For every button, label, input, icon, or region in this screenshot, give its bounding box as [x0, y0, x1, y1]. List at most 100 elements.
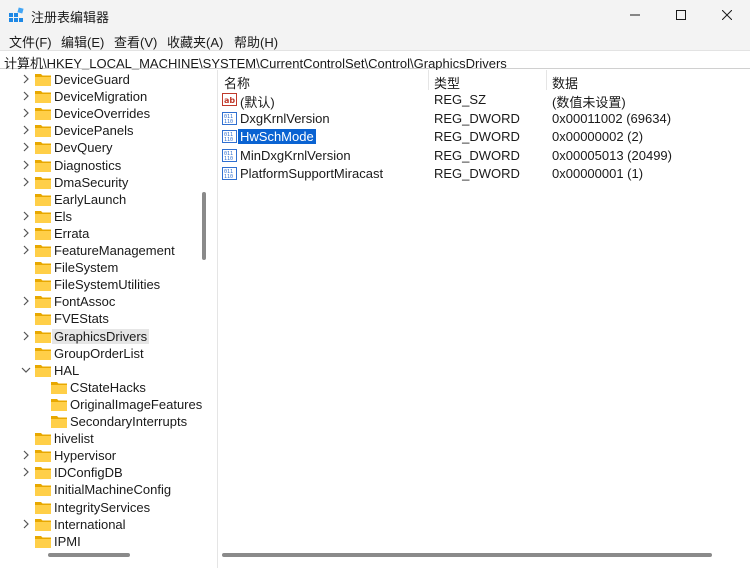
tree-item-label: SecondaryInterrupts — [70, 414, 188, 429]
tree-item[interactable]: Els — [0, 208, 212, 225]
folder-icon — [35, 364, 51, 377]
value-row[interactable]: 011 110 MinDxgKrnlVersion REG_DWORD 0x000050… — [218, 147, 750, 165]
value-type: REG_DWORD — [434, 129, 520, 144]
tree-item[interactable]: OriginalImageFeatures — [0, 396, 212, 413]
value-data: 0x00011002 (69634) — [552, 110, 672, 126]
minimize-icon — [630, 14, 640, 16]
maximize-button[interactable] — [658, 0, 704, 30]
folder-icon — [35, 433, 51, 446]
window-title: 注册表编辑器 — [31, 10, 110, 25]
tree-item[interactable]: hivelist — [0, 430, 212, 447]
binary-value-icon: 011110 — [222, 130, 237, 143]
folder-icon — [51, 398, 67, 411]
title-bar: 注册表编辑器 — [0, 0, 750, 30]
chevron-right-icon[interactable] — [21, 177, 31, 187]
key-tree[interactable]: DeviceGuard DeviceMigration DeviceOverride… — [0, 70, 212, 568]
value-data: 0x00000001 (1) — [552, 166, 644, 181]
tree-item[interactable]: HAL — [0, 362, 212, 379]
tree-item[interactable]: FileSystem — [0, 259, 212, 276]
tree-item[interactable]: FVEStats — [0, 310, 212, 327]
chevron-right-icon[interactable] — [21, 74, 31, 84]
value-row[interactable]: 011 110 PlatformSupportMiracast REG_DWORD 0x… — [218, 165, 750, 183]
tree-item[interactable]: IDConfigDB — [0, 464, 212, 481]
value-name: PlatformSupportMiracast — [240, 166, 384, 181]
tree-horizontal-scrollbar[interactable] — [48, 553, 130, 557]
tree-item[interactable]: Diagnostics — [0, 157, 212, 174]
chevron-right-icon[interactable] — [21, 245, 31, 255]
tree-item[interactable]: Errata — [0, 225, 212, 242]
value-type: REG_DWORD — [434, 147, 520, 163]
chevron-right-icon[interactable] — [21, 296, 31, 306]
value-name: HwSchMode — [238, 129, 316, 144]
tree-item[interactable]: DeviceMigration — [0, 88, 212, 105]
tree-item[interactable]: CStateHacks — [0, 379, 212, 396]
chevron-right-icon[interactable] — [21, 91, 31, 101]
tree-item[interactable]: DeviceOverrides — [0, 105, 212, 122]
tree-item[interactable]: DmaSecurity — [0, 174, 212, 191]
address-bar[interactable]: 计算机\HKEY_LOCAL_MACHINE\SYSTEM\CurrentCon… — [0, 50, 750, 71]
tree-item[interactable]: DevicePanels — [0, 122, 212, 139]
tree-item-label: GroupOrderList — [54, 345, 144, 361]
tree-vertical-scrollbar[interactable] — [202, 192, 206, 260]
menu-view[interactable]: 查看(V) — [114, 32, 157, 51]
folder-icon — [35, 467, 51, 480]
tree-item[interactable]: GroupOrderList — [0, 345, 212, 362]
column-header-type[interactable]: 类型 — [434, 73, 460, 92]
chevron-right-icon[interactable] — [21, 108, 31, 118]
value-row[interactable]: 011 110 DxgKrnlVersion REG_DWORD 0x00011002 … — [218, 110, 750, 128]
tree-item[interactable]: FileSystemUtilities — [0, 276, 212, 293]
minimize-button[interactable] — [612, 0, 658, 30]
folder-icon — [35, 518, 51, 531]
value-type: REG_DWORD — [434, 166, 520, 181]
menu-help[interactable]: 帮助(H) — [234, 32, 278, 51]
values-horizontal-scrollbar[interactable] — [222, 553, 712, 557]
tree-item[interactable]: FeatureManagement — [0, 242, 212, 259]
chevron-right-icon[interactable] — [21, 467, 31, 477]
tree-item[interactable]: InitialMachineConfig — [0, 481, 212, 498]
chevron-right-icon[interactable] — [21, 450, 31, 460]
tree-item-label: Diagnostics — [54, 157, 122, 173]
tree-item[interactable]: Hypervisor — [0, 447, 212, 464]
column-divider[interactable] — [546, 70, 547, 90]
menu-bar: 文件(F) 编辑(E) 查看(V) 收藏夹(A) 帮助(H) — [0, 30, 750, 50]
menu-file[interactable]: 文件(F) — [9, 32, 52, 51]
folder-icon — [35, 176, 51, 189]
chevron-down-icon[interactable] — [21, 365, 31, 375]
tree-item[interactable]: DevQuery — [0, 139, 212, 156]
menu-favorites[interactable]: 收藏夹(A) — [167, 32, 223, 51]
tree-item[interactable]: IntegrityServices — [0, 499, 212, 516]
chevron-right-icon[interactable] — [21, 142, 31, 152]
tree-item[interactable]: SecondaryInterrupts — [0, 413, 212, 430]
close-button[interactable] — [704, 0, 750, 30]
folder-icon — [35, 330, 51, 343]
string-value-icon: ab — [222, 93, 237, 106]
chevron-right-icon[interactable] — [21, 331, 31, 341]
tree-item[interactable]: EarlyLaunch — [0, 191, 212, 208]
value-row[interactable]: 011 110 HwSchMode REG_DWORD 0x00000002 (2) — [218, 128, 750, 146]
column-divider[interactable] — [428, 70, 429, 90]
menu-edit[interactable]: 编辑(E) — [61, 32, 104, 51]
value-row[interactable]: ab (默认) REG_SZ (数值未设置) — [218, 91, 750, 110]
tree-item[interactable]: DeviceGuard — [0, 71, 212, 88]
folder-icon — [35, 74, 51, 86]
tree-item[interactable]: IPMI — [0, 533, 212, 550]
values-list[interactable]: 名称 类型 数据 ab (默认) REG_SZ (数值未设置) 011 110 DxgKrn… — [218, 70, 750, 568]
tree-item-label: Errata — [54, 225, 90, 241]
tree-item[interactable]: International — [0, 516, 212, 533]
folder-icon — [35, 450, 51, 463]
folder-icon — [35, 142, 51, 155]
tree-item-label: DmaSecurity — [54, 174, 129, 190]
tree-item[interactable]: GraphicsDrivers — [0, 328, 212, 345]
chevron-right-icon[interactable] — [21, 160, 31, 170]
chevron-right-icon[interactable] — [21, 211, 31, 221]
column-header-name[interactable]: 名称 — [224, 73, 250, 92]
chevron-right-icon[interactable] — [21, 519, 31, 529]
folder-icon — [35, 535, 51, 548]
chevron-right-icon[interactable] — [21, 228, 31, 238]
tree-item-label: Els — [54, 208, 73, 224]
tree-item[interactable]: FontAssoc — [0, 293, 212, 310]
tree-item-label: EarlyLaunch — [54, 191, 127, 207]
column-header-data[interactable]: 数据 — [552, 73, 578, 92]
chevron-right-icon[interactable] — [21, 125, 31, 135]
tree-item-label: IPMI — [54, 533, 81, 549]
